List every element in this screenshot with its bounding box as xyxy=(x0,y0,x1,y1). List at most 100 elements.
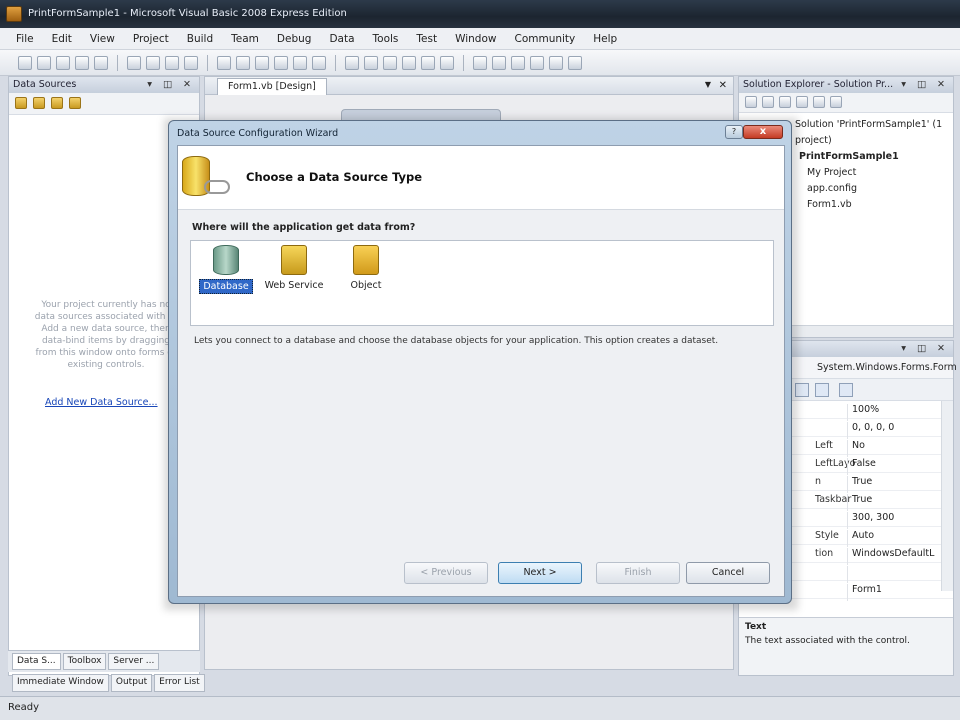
title-bar: PrintFormSample1 - Microsoft Visual Basi… xyxy=(0,0,960,28)
plug-icon xyxy=(204,180,230,194)
find-icon[interactable] xyxy=(184,55,198,70)
class-diagram-icon[interactable] xyxy=(830,96,842,108)
tab-server-explorer[interactable]: Server ... xyxy=(108,653,160,670)
add-new-data-source-link[interactable]: Add New Data Source... xyxy=(45,397,158,408)
left-panel-tabs: Data S... Toolbox Server ... xyxy=(8,650,200,672)
menu-community[interactable]: Community xyxy=(514,33,575,45)
new-project-icon[interactable] xyxy=(18,55,32,70)
tree-solution-node[interactable]: Solution 'PrintFormSample1' (1 project) xyxy=(795,117,953,149)
menu-data[interactable]: Data xyxy=(329,33,354,45)
save-icon[interactable] xyxy=(75,55,89,70)
data-sources-header: Data Sources ▾ ◫ ✕ xyxy=(9,77,199,93)
standard-toolbar xyxy=(0,50,960,76)
pin-icon[interactable]: ▾ ◫ ✕ xyxy=(901,79,949,91)
pin-icon[interactable]: ▾ ◫ ✕ xyxy=(147,79,195,91)
comment-icon[interactable] xyxy=(217,55,231,70)
tab-data-sources[interactable]: Data S... xyxy=(12,653,61,670)
choice-object[interactable]: Object xyxy=(331,245,401,292)
menu-help[interactable]: Help xyxy=(593,33,617,45)
refresh-icon[interactable] xyxy=(69,97,81,109)
data-source-type-list: Database Web Service Object xyxy=(190,240,774,326)
show-all-files-icon[interactable] xyxy=(762,96,774,108)
view-code-icon[interactable] xyxy=(796,96,808,108)
refresh-icon[interactable] xyxy=(779,96,791,108)
cancel-button[interactable]: Cancel xyxy=(686,562,770,584)
menu-window[interactable]: Window xyxy=(455,33,496,45)
status-text: Ready xyxy=(8,702,40,713)
choice-database[interactable]: Database xyxy=(191,245,261,294)
navigate-forward-icon[interactable] xyxy=(312,55,326,70)
dialog-header: Choose a Data Source Type xyxy=(178,146,784,210)
uncomment-icon[interactable] xyxy=(236,55,250,70)
property-pages-icon[interactable] xyxy=(839,383,853,397)
step-out-icon[interactable] xyxy=(440,55,454,70)
tab-toolbox[interactable]: Toolbox xyxy=(62,653,107,670)
redo-icon[interactable] xyxy=(274,55,288,70)
choice-web-service[interactable]: Web Service xyxy=(259,245,329,292)
menu-debug[interactable]: Debug xyxy=(277,33,312,45)
cut-icon[interactable] xyxy=(127,55,141,70)
database-explorer-icon[interactable] xyxy=(549,55,563,70)
add-data-source-icon[interactable] xyxy=(15,97,27,109)
open-file-icon[interactable] xyxy=(56,55,70,70)
add-item-icon[interactable] xyxy=(37,55,51,70)
tab-form1-design[interactable]: Form1.vb [Design] xyxy=(217,78,327,95)
edit-dataset-icon[interactable] xyxy=(33,97,45,109)
pin-icon[interactable]: ▾ ◫ ✕ xyxy=(901,343,949,355)
menu-team[interactable]: Team xyxy=(231,33,259,45)
menu-bar: File Edit View Project Build Team Debug … xyxy=(0,28,960,50)
configure-icon[interactable] xyxy=(51,97,63,109)
menu-file[interactable]: File xyxy=(16,33,34,45)
vertical-scrollbar[interactable] xyxy=(941,401,953,591)
solution-explorer-icon[interactable] xyxy=(473,55,487,70)
properties-window-icon[interactable] xyxy=(492,55,506,70)
finish-button[interactable]: Finish xyxy=(596,562,680,584)
close-document-icon[interactable]: ✕ xyxy=(719,80,727,91)
object-browser-icon[interactable] xyxy=(511,55,525,70)
tree-item-app-config[interactable]: app.config xyxy=(807,181,953,197)
menu-test[interactable]: Test xyxy=(416,33,437,45)
tree-project-node[interactable]: PrintFormSample1 xyxy=(799,149,953,165)
tab-list-icon[interactable]: ▼ xyxy=(705,80,711,89)
tab-output[interactable]: Output xyxy=(110,674,153,692)
tree-item-form1[interactable]: Form1.vb xyxy=(807,197,953,213)
save-all-icon[interactable] xyxy=(94,55,108,70)
solution-explorer-header: Solution Explorer - Solution Pr... ▾ ◫ ✕ xyxy=(739,77,953,93)
toolbox-icon[interactable] xyxy=(530,55,544,70)
close-icon[interactable]: x xyxy=(743,125,783,139)
solution-explorer-title: Solution Explorer - Solution Pr... xyxy=(743,79,894,90)
dialog-body: Choose a Data Source Type Where will the… xyxy=(177,145,785,597)
menu-tools[interactable]: Tools xyxy=(373,33,399,45)
menu-project[interactable]: Project xyxy=(133,33,169,45)
pause-icon[interactable] xyxy=(364,55,378,70)
alphabetical-icon[interactable] xyxy=(815,383,829,397)
menu-build[interactable]: Build xyxy=(187,33,213,45)
previous-button[interactable]: < Previous xyxy=(404,562,488,584)
menu-view[interactable]: View xyxy=(90,33,115,45)
description-title: Text xyxy=(745,622,767,632)
choice-label: Web Service xyxy=(264,280,324,291)
step-into-icon[interactable] xyxy=(402,55,416,70)
copy-icon[interactable] xyxy=(146,55,160,70)
menu-edit[interactable]: Edit xyxy=(52,33,72,45)
navigate-back-icon[interactable] xyxy=(293,55,307,70)
step-over-icon[interactable] xyxy=(421,55,435,70)
start-debugging-icon[interactable] xyxy=(345,55,359,70)
view-designer-icon[interactable] xyxy=(813,96,825,108)
help-icon[interactable]: ? xyxy=(725,125,743,139)
tab-immediate-window[interactable]: Immediate Window xyxy=(12,674,109,692)
properties-icon[interactable] xyxy=(745,96,757,108)
data-source-wizard-dialog: Data Source Configuration Wizard ? x Cho… xyxy=(168,120,792,604)
choice-description: Lets you connect to a database and choos… xyxy=(194,336,719,346)
toolbar-separator xyxy=(207,54,208,71)
tree-item-my-project[interactable]: My Project xyxy=(807,165,953,181)
stop-icon[interactable] xyxy=(383,55,397,70)
data-sources-toolbar xyxy=(9,93,199,115)
solution-explorer-toolbar xyxy=(739,93,953,113)
tab-error-list[interactable]: Error List xyxy=(154,674,205,692)
next-button[interactable]: Next > xyxy=(498,562,582,584)
description-text: The text associated with the control. xyxy=(745,636,910,646)
start-page-icon[interactable] xyxy=(568,55,582,70)
undo-icon[interactable] xyxy=(255,55,269,70)
paste-icon[interactable] xyxy=(165,55,179,70)
